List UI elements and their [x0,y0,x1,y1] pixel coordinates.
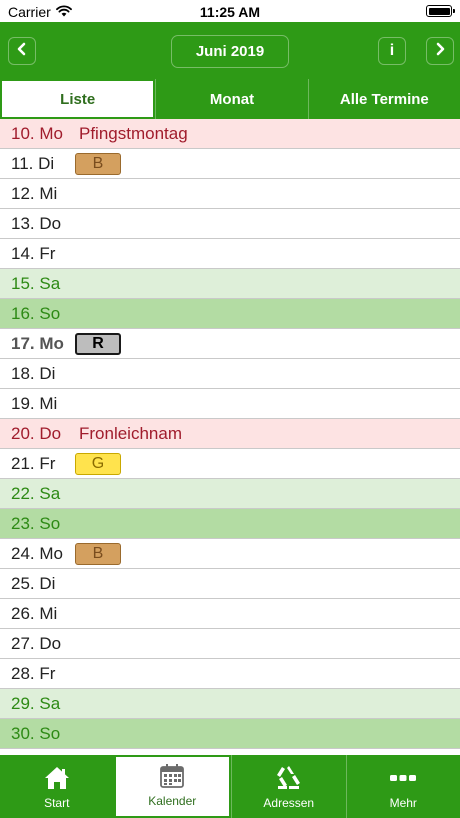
calendar-header: Juni 2019 i [0,22,460,79]
day-row[interactable]: 19. Mi [0,389,460,419]
holiday-name: Pfingstmontag [79,123,188,143]
day-row[interactable]: 27. Do [0,629,460,659]
event-badge[interactable]: B [75,543,121,565]
day-date: 17. Mo [11,333,64,353]
day-row[interactable]: 16. So [0,299,460,329]
day-row[interactable]: 12. Mi [0,179,460,209]
nav-start-label: Start [44,796,70,810]
previous-month-button[interactable] [8,37,36,65]
day-row[interactable]: 26. Mi [0,599,460,629]
day-date: 25. Di [11,573,56,593]
day-row[interactable]: 25. Di [0,569,460,599]
day-date: 30. So [11,723,61,743]
day-date: 24. Mo [11,543,63,563]
status-bar: Carrier 11:25 AM [0,0,460,22]
day-row[interactable]: 24. Mo B [0,539,460,569]
day-date: 15. Sa [11,273,61,293]
bottom-navigation: Start Kalender Adressen Mehr [0,755,460,818]
day-row[interactable]: 21. Fr G [0,449,460,479]
chevron-left-icon [16,42,28,61]
day-row[interactable]: 29. Sa [0,689,460,719]
nav-adressen-label: Adressen [263,796,315,810]
nav-mehr[interactable]: Mehr [345,755,460,818]
day-date: 19. Mi [11,393,58,413]
day-date: 20. Do [11,423,62,443]
day-date: 14. Fr [11,243,56,263]
day-row[interactable]: 30. So [0,719,460,749]
day-row[interactable]: 18. Di [0,359,460,389]
day-row[interactable]: 13. Do [0,209,460,239]
battery-icon [426,5,455,17]
day-date: 12. Mi [11,183,58,203]
day-row[interactable]: 20. Do Fronleichnam [0,419,460,449]
day-row[interactable]: 15. Sa [0,269,460,299]
day-date: 28. Fr [11,663,56,683]
calendar-icon [157,761,187,791]
day-row[interactable]: 22. Sa [0,479,460,509]
day-date: 10. Mo [11,123,63,143]
day-row[interactable]: 28. Fr [0,659,460,689]
day-date: 29. Sa [11,693,61,713]
info-button[interactable]: i [378,37,406,65]
nav-mehr-label: Mehr [389,796,417,810]
chevron-right-icon [434,42,446,61]
day-date: 13. Do [11,213,62,233]
tab-liste[interactable]: Liste [0,79,156,119]
day-row[interactable]: 10. Mo Pfingstmontag [0,119,460,149]
day-row[interactable]: 11. Di B [0,149,460,179]
day-date: 22. Sa [11,483,61,503]
day-row[interactable]: 23. So [0,509,460,539]
day-row[interactable]: 14. Fr [0,239,460,269]
event-badge[interactable]: R [75,333,121,355]
month-selector-button[interactable]: Juni 2019 [171,35,289,68]
event-badge[interactable]: G [75,453,121,475]
recycle-icon [274,763,304,793]
nav-start[interactable]: Start [0,755,114,818]
day-date: 16. So [11,303,61,323]
day-date: 21. Fr [11,453,56,473]
tab-alle-termine[interactable]: Alle Termine [307,79,460,119]
day-date: 18. Di [11,363,56,383]
holiday-name: Fronleichnam [79,423,182,443]
nav-adressen[interactable]: Adressen [231,755,346,818]
day-date: 26. Mi [11,603,58,623]
day-date: 11. Di [11,153,55,173]
home-icon [42,763,72,793]
day-row[interactable]: 17. Mo R [0,329,460,359]
clock: 11:25 AM [199,4,261,20]
next-month-button[interactable] [426,37,454,65]
more-icon [388,763,418,793]
day-date: 23. So [11,513,61,533]
nav-kalender-label: Kalender [148,794,197,808]
day-date: 27. Do [11,633,62,653]
tab-monat[interactable]: Monat [155,79,307,119]
nav-kalender[interactable]: Kalender [113,755,231,818]
event-badge[interactable]: B [75,153,121,175]
day-list[interactable]: 10. Mo Pfingstmontag 11. Di B 12. Mi 13. Do 14… [0,119,460,755]
view-tabs: Liste Monat Alle Termine [0,79,460,119]
